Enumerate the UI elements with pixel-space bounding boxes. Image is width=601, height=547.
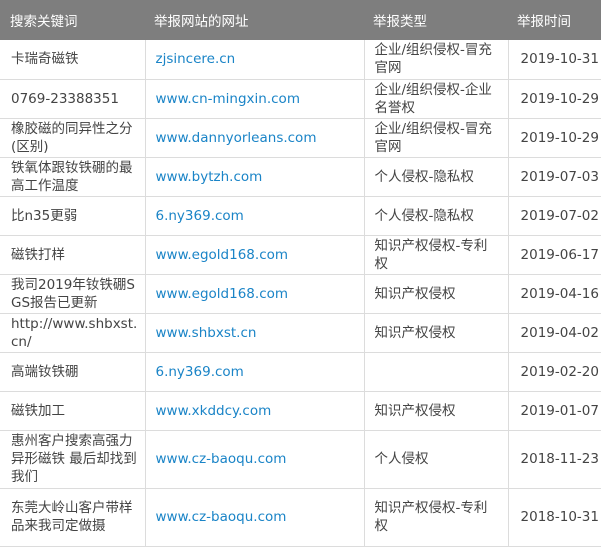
keyword-cell: 我司2019年钕铁硼SGS报告已更新 (0, 274, 146, 314)
url-link[interactable]: www.egold168.com (156, 247, 289, 263)
keyword-cell: 惠州客户搜索高强力异形磁铁 最后却找到我们 (0, 430, 146, 489)
header-date: 举报时间 (508, 0, 601, 40)
keyword-cell: 卡瑞奇磁铁 (0, 40, 146, 80)
table-row: 惠州客户搜索高强力异形磁铁 最后却找到我们 www.cz-baoqu.com 个… (0, 430, 601, 489)
type-cell: 知识产权侵权 (364, 313, 509, 353)
keyword-cell: 磁铁打样 (0, 235, 146, 275)
table-row: http://www.shbxst.cn/ www.shbxst.cn 知识产权… (0, 313, 601, 353)
keyword-cell: 高端钕铁硼 (0, 352, 146, 392)
url-link[interactable]: www.shbxst.cn (156, 325, 257, 341)
type-cell: 知识产权侵权 (364, 274, 509, 314)
url-link[interactable]: zjsincere.cn (156, 51, 236, 67)
table-header: 搜索关键词 举报网站的网址 举报类型 举报时间 (0, 0, 601, 40)
type-cell: 企业/组织侵权-冒充官网 (364, 40, 509, 80)
header-url: 举报网站的网址 (145, 0, 364, 40)
table-row: 比n35更弱 6.ny369.com 个人侵权-隐私权 2019-07-02 (0, 196, 601, 236)
date-cell: 2019-07-03 (508, 157, 601, 197)
table-row: 磁铁加工 www.xkddcy.com 知识产权侵权 2019-01-07 (0, 391, 601, 431)
url-cell: www.cz-baoqu.com (145, 430, 365, 489)
header-keyword: 搜索关键词 (0, 0, 145, 40)
url-cell: www.dannyorleans.com (145, 118, 365, 158)
date-cell: 2018-11-23 (508, 430, 601, 489)
url-link[interactable]: www.cn-mingxin.com (156, 91, 300, 107)
keyword-cell: 0769-23388351 (0, 79, 146, 119)
header-type: 举报类型 (364, 0, 508, 40)
url-link[interactable]: www.dannyorleans.com (156, 130, 317, 146)
table-row: 东莞大岭山客户带样品来我司定做摄 www.cz-baoqu.com 知识产权侵权… (0, 488, 601, 547)
url-cell: zjsincere.cn (145, 40, 365, 80)
type-cell: 知识产权侵权 (364, 391, 509, 431)
keyword-cell: http://www.shbxst.cn/ (0, 313, 146, 353)
table-row: 高端钕铁硼 6.ny369.com 2019-02-20 (0, 352, 601, 392)
url-link[interactable]: www.bytzh.com (156, 169, 263, 185)
url-cell: www.egold168.com (145, 274, 365, 314)
table-row: 铁氧体跟钕铁硼的最高工作温度 www.bytzh.com 个人侵权-隐私权 20… (0, 157, 601, 197)
date-cell: 2019-10-31 (508, 40, 601, 80)
url-cell: www.cz-baoqu.com (145, 488, 365, 547)
type-cell: 企业/组织侵权-企业名誉权 (364, 79, 509, 119)
type-cell: 个人侵权-隐私权 (364, 157, 509, 197)
url-link[interactable]: www.cz-baoqu.com (156, 451, 287, 467)
date-cell: 2019-06-17 (508, 235, 601, 275)
date-cell: 2019-10-29 (508, 118, 601, 158)
table-row: 卡瑞奇磁铁 zjsincere.cn 企业/组织侵权-冒充官网 2019-10-… (0, 40, 601, 80)
table-row: 0769-23388351 www.cn-mingxin.com 企业/组织侵权… (0, 79, 601, 119)
url-cell: www.xkddcy.com (145, 391, 365, 431)
table-row: 磁铁打样 www.egold168.com 知识产权侵权-专利权 2019-06… (0, 235, 601, 275)
keyword-cell: 橡胶磁的同异性之分(区别) (0, 118, 146, 158)
url-cell: 6.ny369.com (145, 196, 365, 236)
type-cell: 个人侵权-隐私权 (364, 196, 509, 236)
type-cell: 企业/组织侵权-冒充官网 (364, 118, 509, 158)
date-cell: 2019-10-29 (508, 79, 601, 119)
header-row: 搜索关键词 举报网站的网址 举报类型 举报时间 (0, 0, 601, 40)
url-cell: www.cn-mingxin.com (145, 79, 365, 119)
table-row: 橡胶磁的同异性之分(区别) www.dannyorleans.com 企业/组织… (0, 118, 601, 158)
type-cell: 知识产权侵权-专利权 (364, 235, 509, 275)
date-cell: 2019-04-16 (508, 274, 601, 314)
url-link[interactable]: www.cz-baoqu.com (156, 509, 287, 525)
table-body: 卡瑞奇磁铁 zjsincere.cn 企业/组织侵权-冒充官网 2019-10-… (0, 40, 601, 547)
keyword-cell: 磁铁加工 (0, 391, 146, 431)
report-table: 搜索关键词 举报网站的网址 举报类型 举报时间 卡瑞奇磁铁 zjsincere.… (0, 0, 601, 547)
type-cell: 个人侵权 (364, 430, 509, 489)
url-link[interactable]: www.egold168.com (156, 286, 289, 302)
date-cell: 2019-02-20 (508, 352, 601, 392)
url-link[interactable]: www.xkddcy.com (156, 403, 272, 419)
url-link[interactable]: 6.ny369.com (156, 364, 244, 380)
table-row: 我司2019年钕铁硼SGS报告已更新 www.egold168.com 知识产权… (0, 274, 601, 314)
date-cell: 2019-01-07 (508, 391, 601, 431)
type-cell (364, 352, 509, 392)
keyword-cell: 比n35更弱 (0, 196, 146, 236)
date-cell: 2019-07-02 (508, 196, 601, 236)
url-cell: www.shbxst.cn (145, 313, 365, 353)
type-cell: 知识产权侵权-专利权 (364, 488, 509, 547)
date-cell: 2019-04-02 (508, 313, 601, 353)
url-cell: www.bytzh.com (145, 157, 365, 197)
keyword-cell: 东莞大岭山客户带样品来我司定做摄 (0, 488, 146, 547)
date-cell: 2018-10-31 (508, 488, 601, 547)
url-cell: www.egold168.com (145, 235, 365, 275)
url-link[interactable]: 6.ny369.com (156, 208, 244, 224)
keyword-cell: 铁氧体跟钕铁硼的最高工作温度 (0, 157, 146, 197)
url-cell: 6.ny369.com (145, 352, 365, 392)
